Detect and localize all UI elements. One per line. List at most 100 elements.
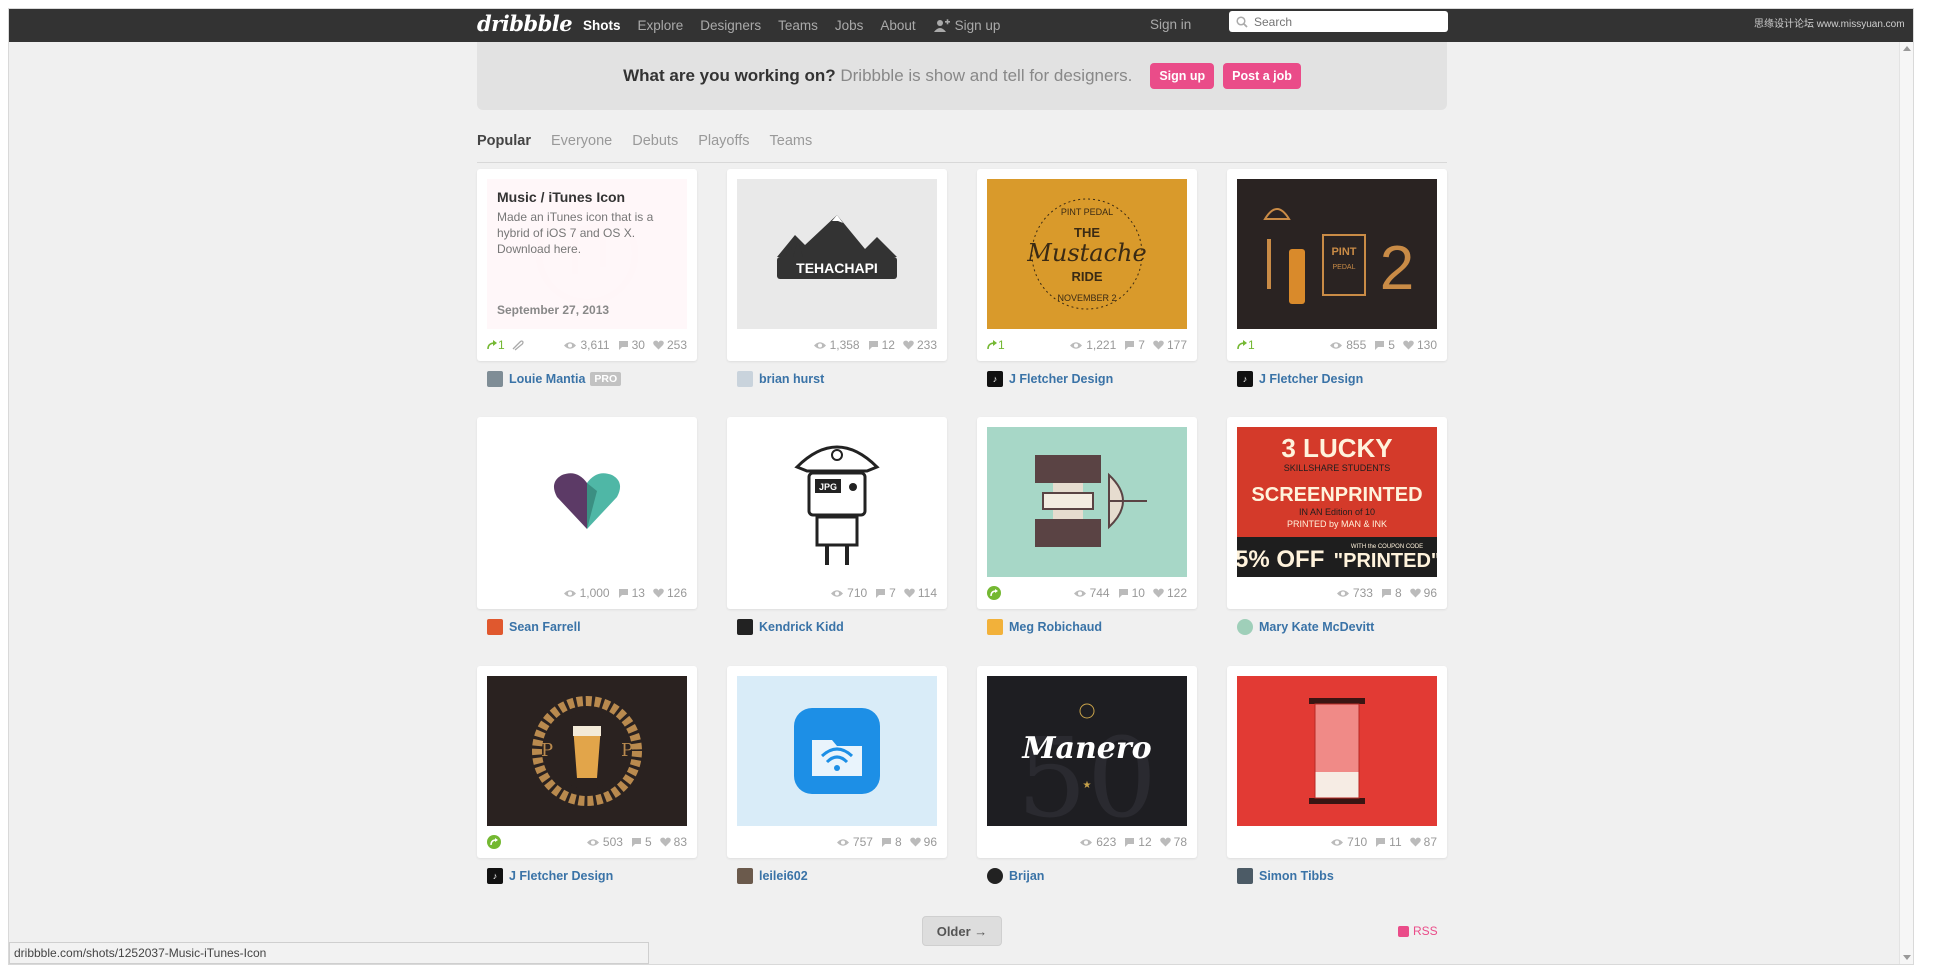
author-name[interactable]: Brijan	[1009, 869, 1044, 883]
shot-thumbnail[interactable]	[487, 427, 687, 577]
tab-popular[interactable]: Popular	[477, 133, 531, 149]
shot-thumbnail[interactable]: PINT PEDAL THE Mustache RIDE NOVEMBER 2	[987, 179, 1187, 329]
scroll-up-icon[interactable]	[1903, 46, 1911, 51]
rebound-count[interactable]: 1	[987, 336, 1005, 354]
likes-stat[interactable]: 78	[1159, 835, 1187, 849]
shot-author[interactable]: Mary Kate McDevitt	[1237, 619, 1374, 635]
avatar[interactable]	[487, 371, 503, 387]
shot-thumbnail[interactable]	[737, 676, 937, 826]
likes-stat[interactable]: 87	[1409, 835, 1437, 849]
shot-thumbnail[interactable]: JPG	[737, 427, 937, 577]
nav-designers[interactable]: Designers	[700, 18, 761, 33]
comments-stat[interactable]: 12	[868, 338, 895, 352]
author-name[interactable]: J Fletcher Design	[1259, 372, 1363, 386]
author-name[interactable]: J Fletcher Design	[509, 869, 613, 883]
rebound-count[interactable]: 1	[487, 336, 524, 354]
avatar[interactable]	[987, 868, 1003, 884]
search-input[interactable]	[1252, 13, 1446, 30]
shot-author[interactable]: Louie Mantia PRO	[487, 371, 622, 387]
author-name[interactable]: Kendrick Kidd	[759, 620, 844, 634]
shot-card[interactable]: Music / iTunes Icon Made an iTunes icon …	[477, 169, 697, 361]
shot-card[interactable]: PINT PEDAL THE Mustache RIDE NOVEMBER 2 …	[977, 169, 1197, 361]
author-name[interactable]: Meg Robichaud	[1009, 620, 1102, 634]
author-name[interactable]: Sean Farrell	[509, 620, 581, 634]
comments-stat[interactable]: 8	[881, 835, 902, 849]
tab-playoffs[interactable]: Playoffs	[698, 133, 749, 149]
shot-author[interactable]: Sean Farrell	[487, 619, 581, 635]
shot-card[interactable]: 50 Manero ★ 623 12 78	[977, 666, 1197, 858]
shot-author[interactable]: Meg Robichaud	[987, 619, 1102, 635]
nav-shots[interactable]: Shots	[583, 18, 621, 33]
rebound-indicator[interactable]	[487, 833, 501, 851]
shot-card[interactable]: 744 10 122	[977, 417, 1197, 609]
shot-card[interactable]: 710 11 87	[1227, 666, 1447, 858]
shot-card[interactable]: P P 503 5 83	[477, 666, 697, 858]
avatar[interactable]	[1237, 868, 1253, 884]
rebound-count[interactable]: 1	[1237, 336, 1255, 354]
shot-thumbnail[interactable]	[987, 427, 1187, 577]
shot-author[interactable]: Kendrick Kidd	[737, 619, 844, 635]
avatar[interactable]: ♪	[987, 371, 1003, 387]
nav-teams[interactable]: Teams	[778, 18, 818, 33]
comments-stat[interactable]: 11	[1375, 835, 1402, 849]
avatar[interactable]	[487, 619, 503, 635]
comments-stat[interactable]: 30	[618, 338, 645, 352]
shot-thumbnail[interactable]: 3 LUCKY SKILLSHARE STUDENTS SCREENPRINTE…	[1237, 427, 1437, 577]
shot-card[interactable]: 757 8 96	[727, 666, 947, 858]
comments-stat[interactable]: 12	[1124, 835, 1152, 849]
shot-thumbnail[interactable]: TEHACHAPI	[737, 179, 937, 329]
avatar[interactable]	[737, 868, 753, 884]
author-name[interactable]: Simon Tibbs	[1259, 869, 1334, 883]
shot-author[interactable]: Brijan	[987, 868, 1044, 884]
likes-stat[interactable]: 96	[1409, 586, 1437, 600]
shot-thumbnail[interactable]: Music / iTunes Icon Made an iTunes icon …	[487, 179, 687, 329]
comments-stat[interactable]: 10	[1118, 586, 1145, 600]
shot-author[interactable]: brian hurst	[737, 371, 824, 387]
likes-stat[interactable]: 96	[909, 835, 937, 849]
signin-link[interactable]: Sign in	[1150, 17, 1191, 32]
rss-link[interactable]: RSS	[1398, 924, 1438, 938]
shot-card[interactable]: JPG 710 7 114	[727, 417, 947, 609]
avatar[interactable]: ♪	[1237, 371, 1253, 387]
nav-signup[interactable]: Sign up	[933, 18, 1000, 33]
banner-signup-button[interactable]: Sign up	[1150, 63, 1215, 89]
comments-stat[interactable]: 5	[1374, 338, 1395, 352]
rebound-indicator[interactable]	[987, 584, 1001, 602]
likes-stat[interactable]: 253	[653, 338, 687, 352]
shot-card[interactable]: PINT PEDAL 2 1 855 5 130	[1227, 169, 1447, 361]
shot-author[interactable]: ♪ J Fletcher Design	[487, 868, 613, 884]
shot-thumbnail[interactable]	[1237, 676, 1437, 826]
author-name[interactable]: J Fletcher Design	[1009, 372, 1113, 386]
nav-about[interactable]: About	[880, 18, 915, 33]
shot-card[interactable]: 1,000 13 126	[477, 417, 697, 609]
likes-stat[interactable]: 122	[1153, 586, 1187, 600]
comments-stat[interactable]: 8	[1381, 586, 1402, 600]
scroll-down-icon[interactable]	[1903, 955, 1911, 960]
shot-author[interactable]: ♪ J Fletcher Design	[1237, 371, 1363, 387]
shot-card[interactable]: TEHACHAPI 1,358 12 233	[727, 169, 947, 361]
shot-card[interactable]: 3 LUCKY SKILLSHARE STUDENTS SCREENPRINTE…	[1227, 417, 1447, 609]
comments-stat[interactable]: 13	[618, 586, 645, 600]
shot-thumbnail[interactable]: 50 Manero ★	[987, 676, 1187, 826]
avatar[interactable]: ♪	[487, 868, 503, 884]
post-job-button[interactable]: Post a job	[1223, 63, 1301, 89]
dribbble-logo[interactable]: dribbble	[477, 11, 573, 36]
likes-stat[interactable]: 83	[659, 835, 687, 849]
older-button[interactable]: Older →	[922, 916, 1002, 946]
avatar[interactable]	[737, 371, 753, 387]
shot-author[interactable]: leilei602	[737, 868, 808, 884]
likes-stat[interactable]: 126	[653, 586, 687, 600]
author-name[interactable]: Mary Kate McDevitt	[1259, 620, 1374, 634]
author-name[interactable]: Louie Mantia	[509, 372, 585, 386]
shot-thumbnail[interactable]: PINT PEDAL 2	[1237, 179, 1437, 329]
shot-author[interactable]: Simon Tibbs	[1237, 868, 1334, 884]
search-box[interactable]	[1229, 11, 1448, 32]
tab-teams[interactable]: Teams	[770, 133, 813, 149]
likes-stat[interactable]: 130	[1403, 338, 1437, 352]
likes-stat[interactable]: 233	[903, 338, 937, 352]
tab-everyone[interactable]: Everyone	[551, 133, 612, 149]
nav-explore[interactable]: Explore	[638, 18, 684, 33]
avatar[interactable]	[987, 619, 1003, 635]
author-name[interactable]: leilei602	[759, 869, 808, 883]
nav-jobs[interactable]: Jobs	[835, 18, 864, 33]
